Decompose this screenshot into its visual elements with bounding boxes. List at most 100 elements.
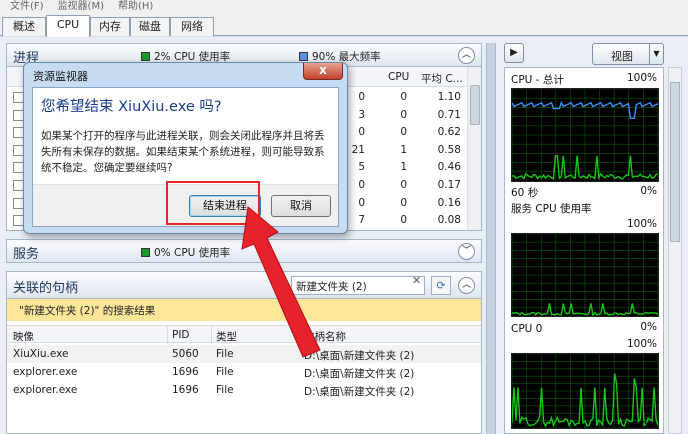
dropdown-arrow-icon[interactable]: ▼: [649, 44, 663, 64]
graph-min: 0%: [640, 321, 657, 333]
handle-pid-cell: 1696: [172, 366, 199, 378]
menu-monitor[interactable]: 监视器(M): [58, 0, 104, 14]
tab-network[interactable]: 网络: [170, 17, 214, 36]
process-prefix-cell: 5: [358, 161, 365, 174]
service-cpu-graph: [511, 233, 659, 317]
graph-max: 100%: [626, 338, 657, 350]
col-image[interactable]: 映像: [13, 329, 34, 344]
menu-help[interactable]: 帮助(H): [118, 0, 153, 14]
tab-cpu[interactable]: CPU: [46, 15, 90, 37]
handles-search-input[interactable]: 新建文件夹 (2): [291, 276, 425, 295]
services-cpu-stat: 0% CPU 使用率: [141, 245, 230, 260]
graph-title: 服务 CPU 使用率: [511, 203, 592, 215]
expand-right-icon[interactable]: ▶: [504, 43, 524, 63]
handle-row[interactable]: XiuXiu.exe 5060 File D:\桌面\新建文件夹 (2): [7, 345, 481, 363]
services-header[interactable]: 服务 0% CPU 使用率 ﹀: [6, 239, 482, 263]
graphs-scrollbar[interactable]: [668, 67, 682, 434]
graphs-pane: ▶ 视图 ▼ CPU - 总计 100% 60 秒 0% 服务 CPU 使用率 …: [500, 37, 688, 434]
process-cpu-cell: 1: [400, 161, 407, 174]
handle-type-cell: File: [216, 348, 234, 360]
tab-memory[interactable]: 内存: [90, 17, 130, 36]
handle-name-cell: D:\桌面\新建文件夹 (2): [304, 386, 415, 398]
green-square-icon: [141, 52, 150, 61]
handle-pid-cell: 5060: [172, 348, 199, 360]
handle-image-cell: explorer.exe: [13, 366, 78, 378]
handle-type-cell: File: [216, 366, 234, 378]
process-prefix-cell: 3: [358, 108, 365, 121]
col-handle-name[interactable]: 句柄名称: [304, 329, 346, 344]
process-cpu-cell: 0: [400, 126, 407, 139]
services-cpu-label: 0% CPU 使用率: [154, 247, 231, 259]
collapse-chevron-icon[interactable]: ︿: [458, 47, 475, 64]
col-avg-cpu[interactable]: 平均 C...: [421, 71, 463, 86]
blue-square-icon: [299, 52, 308, 61]
process-prefix-cell: 0: [358, 91, 365, 103]
menu-bar: 文件(F) 监视器(M) 帮助(H): [0, 0, 688, 14]
menu-file[interactable]: 文件(F): [10, 0, 44, 14]
process-avg-cell: 0.08: [437, 214, 461, 227]
col-cpu[interactable]: CPU: [388, 71, 409, 83]
process-prefix-cell: 7: [358, 214, 365, 227]
splitter[interactable]: [486, 43, 496, 434]
process-avg-cell: 0.16: [437, 196, 461, 209]
process-avg-cell: 0.17: [437, 179, 461, 191]
process-avg-cell: 0.62: [437, 126, 461, 139]
handle-pid-cell: 1696: [172, 384, 199, 396]
handles-title: 关联的句柄: [13, 281, 79, 296]
collapse-chevron-icon[interactable]: ︿: [458, 277, 475, 294]
handle-type-cell: File: [216, 384, 234, 396]
handles-header: 关联的句柄 新建文件夹 (2) ✕ ⟳ ︿: [6, 271, 482, 299]
handles-table: 映像 PID 类型 句柄名称 XiuXiu.exe 5060 File D:\桌面\新…: [6, 321, 482, 434]
process-prefix-cell: 21: [351, 143, 365, 156]
process-prefix-cell: 0: [358, 126, 365, 139]
process-avg-cell: 0.58: [437, 143, 461, 156]
dialog-question: 您希望结束 XiuXiu.exe 吗?: [41, 99, 222, 115]
handle-name-cell: D:\桌面\新建文件夹 (2): [304, 368, 415, 380]
scroll-thumb[interactable]: [470, 85, 480, 125]
refresh-icon[interactable]: ⟳: [431, 276, 451, 295]
expand-chevron-icon[interactable]: ﹀: [458, 243, 475, 260]
search-results-banner: "新建文件夹 (2)" 的搜索结果: [6, 299, 482, 321]
handle-name-cell: D:\桌面\新建文件夹 (2): [304, 350, 415, 362]
col-pid[interactable]: PID: [172, 329, 190, 341]
dialog-message: 如果某个打开的程序与此进程关联，则会关闭此程序并且将丢失所有未保存的数据。如果结…: [41, 130, 325, 174]
services-title: 服务: [13, 247, 40, 262]
handle-image-cell: XiuXiu.exe: [13, 348, 69, 360]
tab-overview[interactable]: 概述: [2, 17, 46, 36]
graphs-container: CPU - 总计 100% 60 秒 0% 服务 CPU 使用率 100% 0%…: [504, 67, 664, 434]
dialog-title: 资源监视器: [33, 70, 88, 83]
graph-time-label: 60 秒: [511, 187, 539, 199]
graph-max: 100%: [626, 72, 657, 84]
process-avg-cell: 0.46: [437, 161, 461, 174]
process-cpu-cell: 0: [400, 179, 407, 191]
handle-image-cell: explorer.exe: [13, 384, 78, 396]
process-cpu-cell: 0: [400, 108, 407, 121]
clear-search-icon[interactable]: ✕: [412, 274, 421, 287]
tab-bar: 概述 CPU 内存 磁盘 网络: [0, 14, 688, 37]
processes-scrollbar[interactable]: [467, 67, 481, 230]
graph-min: 0%: [640, 185, 657, 197]
process-prefix-cell: 0: [358, 196, 365, 209]
graph-max: 100%: [626, 218, 657, 230]
process-avg-cell: 1.10: [437, 91, 461, 103]
handle-row[interactable]: explorer.exe 1696 File D:\桌面\新建文件夹 (2): [7, 363, 481, 381]
view-dropdown[interactable]: 视图 ▼: [592, 43, 664, 65]
cpu0-graph: [511, 353, 659, 429]
col-type[interactable]: 类型: [216, 329, 237, 344]
graph-title: CPU 0: [511, 323, 543, 335]
scroll-thumb[interactable]: [670, 82, 680, 242]
highlight-box: [166, 181, 260, 225]
cancel-button[interactable]: 取消: [271, 195, 331, 217]
process-cpu-cell: 0: [400, 214, 407, 227]
graph-title: CPU - 总计: [511, 74, 564, 86]
handle-row[interactable]: explorer.exe 1696 File D:\桌面\新建文件夹 (2): [7, 381, 481, 399]
process-prefix-cell: 0: [358, 179, 365, 191]
close-icon[interactable]: x: [303, 63, 343, 80]
tab-disk[interactable]: 磁盘: [130, 17, 170, 36]
process-cpu-cell: 0: [400, 196, 407, 209]
handles-column-header: 映像 PID 类型 句柄名称: [7, 325, 481, 344]
view-label: 视图: [611, 50, 633, 63]
process-cpu-cell: 0: [400, 91, 407, 103]
cpu-total-graph: [511, 88, 659, 182]
process-cpu-cell: 1: [400, 143, 407, 156]
